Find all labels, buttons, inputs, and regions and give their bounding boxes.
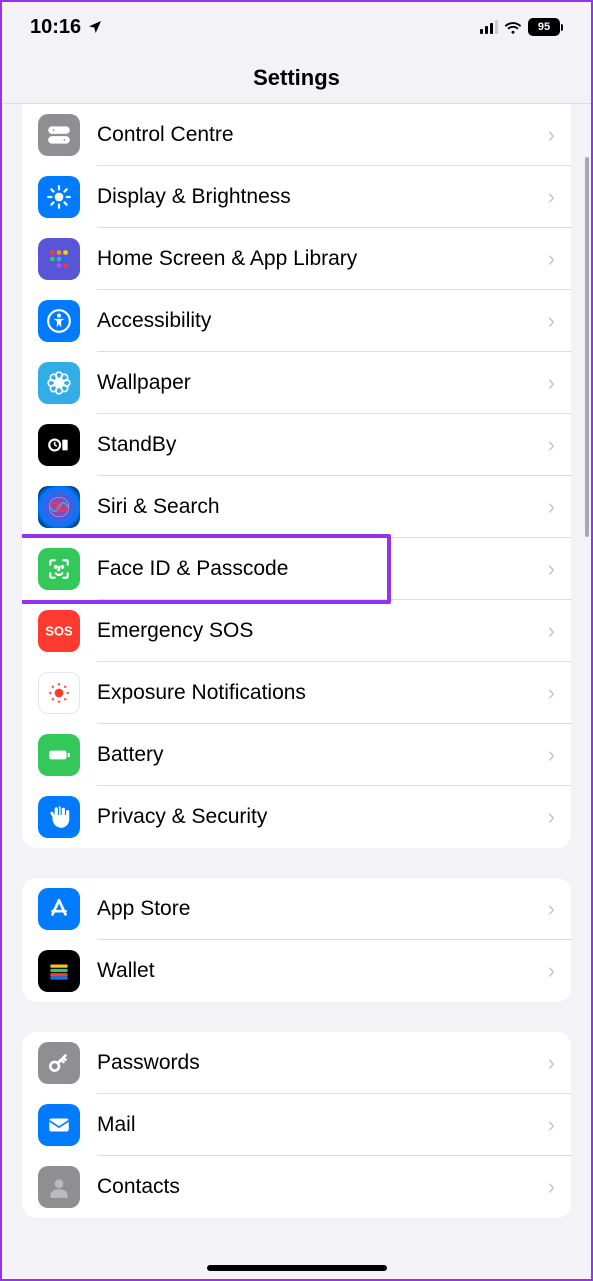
row-contacts[interactable]: Contacts›: [22, 1156, 571, 1218]
standby-icon: [38, 424, 80, 466]
row-label: Contacts: [97, 1175, 548, 1199]
row-label: Emergency SOS: [97, 619, 548, 643]
row-label: Wallpaper: [97, 371, 548, 395]
settings-list[interactable]: Control Centre›Display & Brightness›Home…: [2, 104, 591, 1279]
chevron-right-icon: ›: [548, 556, 555, 582]
chevron-right-icon: ›: [548, 618, 555, 644]
row-label: StandBy: [97, 433, 548, 457]
chevron-right-icon: ›: [548, 246, 555, 272]
chevron-right-icon: ›: [548, 184, 555, 210]
row-label: Wallet: [97, 959, 548, 983]
row-battery[interactable]: Battery›: [22, 724, 571, 786]
chevron-right-icon: ›: [548, 958, 555, 984]
chevron-right-icon: ›: [548, 1112, 555, 1138]
chevron-right-icon: ›: [548, 896, 555, 922]
sos-icon: SOS: [38, 610, 80, 652]
scroll-indicator: [585, 157, 589, 537]
row-label: Exposure Notifications: [97, 681, 548, 705]
status-bar: 10:16 95: [2, 2, 591, 52]
row-exposure[interactable]: Exposure Notifications›: [22, 662, 571, 724]
row-standby[interactable]: StandBy›: [22, 414, 571, 476]
row-mail[interactable]: Mail›: [22, 1094, 571, 1156]
row-label: Privacy & Security: [97, 805, 548, 829]
row-label: Battery: [97, 743, 548, 767]
sun-icon: [38, 176, 80, 218]
hand-icon: [38, 796, 80, 838]
chevron-right-icon: ›: [548, 370, 555, 396]
contacts-icon: [38, 1166, 80, 1208]
row-emergency-sos[interactable]: SOS Emergency SOS›: [22, 600, 571, 662]
appstore-icon: [38, 888, 80, 930]
row-app-store[interactable]: App Store›: [22, 878, 571, 940]
row-display-brightness[interactable]: Display & Brightness›: [22, 166, 571, 228]
row-label: App Store: [97, 897, 548, 921]
accessibility-icon: [38, 300, 80, 342]
chevron-right-icon: ›: [548, 308, 555, 334]
nav-header: Settings: [2, 52, 591, 104]
home-indicator[interactable]: [207, 1265, 387, 1271]
siri-icon: [38, 486, 80, 528]
flower-icon: [38, 362, 80, 404]
page-title: Settings: [253, 65, 340, 91]
battery-indicator: 95: [528, 18, 563, 36]
row-label: Accessibility: [97, 309, 548, 333]
svg-text:SOS: SOS: [46, 623, 72, 638]
chevron-right-icon: ›: [548, 1174, 555, 1200]
grid-icon: [38, 238, 80, 280]
row-label: Control Centre: [97, 123, 548, 147]
location-icon: [87, 19, 103, 35]
row-passwords[interactable]: Passwords›: [22, 1032, 571, 1094]
signal-icon: [480, 20, 498, 34]
exposure-icon: [38, 672, 80, 714]
chevron-right-icon: ›: [548, 804, 555, 830]
row-label: Face ID & Passcode: [97, 557, 548, 581]
row-home-screen[interactable]: Home Screen & App Library›: [22, 228, 571, 290]
chevron-right-icon: ›: [548, 494, 555, 520]
key-icon: [38, 1042, 80, 1084]
row-siri-search[interactable]: Siri & Search›: [22, 476, 571, 538]
row-wallpaper[interactable]: Wallpaper›: [22, 352, 571, 414]
row-label: Passwords: [97, 1051, 548, 1075]
settings-group: App Store›Wallet›: [22, 878, 571, 1002]
toggles-icon: [38, 114, 80, 156]
wifi-icon: [504, 20, 522, 34]
battery-icon: [38, 734, 80, 776]
row-label: Display & Brightness: [97, 185, 548, 209]
wallet-icon: [38, 950, 80, 992]
settings-group: Control Centre›Display & Brightness›Home…: [22, 104, 571, 848]
row-accessibility[interactable]: Accessibility›: [22, 290, 571, 352]
row-label: Home Screen & App Library: [97, 247, 548, 271]
row-face-id[interactable]: Face ID & Passcode›: [22, 538, 571, 600]
faceid-icon: [38, 548, 80, 590]
row-wallet[interactable]: Wallet›: [22, 940, 571, 1002]
chevron-right-icon: ›: [548, 742, 555, 768]
row-control-centre[interactable]: Control Centre›: [22, 104, 571, 166]
row-label: Siri & Search: [97, 495, 548, 519]
chevron-right-icon: ›: [548, 1050, 555, 1076]
settings-group: Passwords›Mail›Contacts›: [22, 1032, 571, 1218]
mail-icon: [38, 1104, 80, 1146]
chevron-right-icon: ›: [548, 432, 555, 458]
status-time: 10:16: [30, 16, 81, 39]
row-label: Mail: [97, 1113, 548, 1137]
chevron-right-icon: ›: [548, 680, 555, 706]
chevron-right-icon: ›: [548, 122, 555, 148]
row-privacy[interactable]: Privacy & Security›: [22, 786, 571, 848]
